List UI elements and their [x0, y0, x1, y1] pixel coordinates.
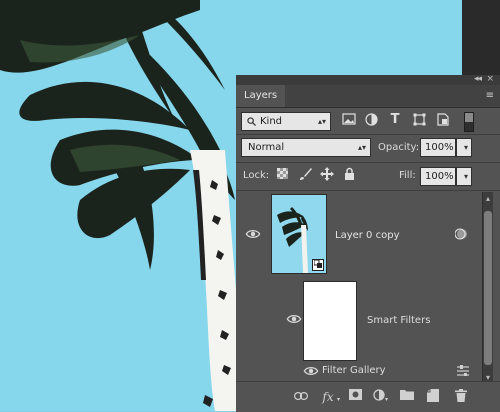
- opacity-value: 100%: [425, 142, 454, 153]
- collapse-icon[interactable]: ◂◂: [474, 74, 482, 84]
- smart-filter-indicator-icon[interactable]: [455, 228, 468, 240]
- new-layer-icon[interactable]: [425, 389, 441, 405]
- chevron-down-icon: ▾: [463, 143, 468, 152]
- workspace-background: [462, 0, 500, 75]
- visibility-eye-icon[interactable]: [303, 366, 319, 376]
- opacity-input[interactable]: 100%: [420, 138, 456, 157]
- panel-footer: fx ▾ ▾: [236, 381, 500, 412]
- blend-mode-value: Normal: [248, 142, 285, 153]
- smart-filter-mask-thumbnail[interactable]: [303, 281, 357, 361]
- lock-brush-icon[interactable]: [297, 168, 313, 184]
- search-icon: [247, 117, 256, 126]
- link-layers-icon[interactable]: [293, 389, 309, 405]
- fill-value: 100%: [425, 171, 454, 182]
- tab-layers[interactable]: Layers: [236, 85, 286, 107]
- close-icon[interactable]: ×: [486, 74, 494, 84]
- blend-mode-select[interactable]: Normal ▴▾: [241, 138, 371, 157]
- layer-style-fx-icon[interactable]: fx: [320, 389, 336, 405]
- smart-filters-label: Smart Filters: [367, 315, 431, 326]
- filter-shape-icon[interactable]: [411, 113, 427, 129]
- lock-all-icon[interactable]: [341, 167, 357, 183]
- add-mask-icon[interactable]: [347, 389, 363, 405]
- filter-adjustment-icon[interactable]: [363, 113, 379, 129]
- divider: [236, 190, 500, 191]
- panel-menu-icon[interactable]: ≡: [486, 90, 494, 101]
- lock-label: Lock:: [243, 170, 270, 181]
- panel-tabbar: Layers ≡: [236, 85, 500, 108]
- chevron-down-icon: ▾: [337, 396, 341, 403]
- smart-object-badge-icon: [312, 259, 324, 271]
- filter-smartobject-icon[interactable]: [435, 113, 451, 129]
- panel-titlebar: ◂◂ ×: [236, 74, 500, 85]
- visibility-eye-icon[interactable]: [245, 229, 261, 239]
- filter-toggle-switch[interactable]: [464, 112, 474, 132]
- chevron-updown-icon: ▴▾: [357, 143, 366, 152]
- chevron-updown-icon: ▴▾: [317, 117, 326, 126]
- filter-gallery-label: Filter Gallery: [322, 365, 386, 376]
- smart-filters-row[interactable]: Smart Filters: [236, 278, 482, 362]
- lock-row: Lock: Fill: 100% ▾: [236, 163, 500, 190]
- scrollbar-thumb[interactable]: [484, 211, 492, 365]
- lock-move-icon[interactable]: [319, 167, 335, 183]
- chevron-down-icon: ▾: [385, 396, 389, 403]
- filter-kind-select[interactable]: Kind ▴▾: [241, 112, 331, 131]
- scroll-up-icon[interactable]: ▴: [483, 194, 493, 203]
- filter-blending-options-icon[interactable]: [457, 365, 469, 376]
- layers-panel: ◂◂ × Layers ≡ Kind ▴▾ T Normal ▴▾ Opacit…: [236, 74, 500, 412]
- filter-type-icon[interactable]: T: [387, 112, 403, 128]
- lock-transparent-icon[interactable]: [274, 168, 290, 184]
- layer-row[interactable]: Layer 0 copy: [236, 192, 482, 278]
- fill-input[interactable]: 100%: [420, 167, 456, 186]
- opacity-dropdown-button[interactable]: ▾: [456, 138, 472, 157]
- filter-row: Kind ▴▾ T: [236, 108, 500, 134]
- layer-name[interactable]: Layer 0 copy: [335, 229, 399, 243]
- opacity-label: Opacity:: [378, 142, 420, 153]
- filter-pixel-icon[interactable]: [341, 113, 357, 129]
- chevron-down-icon: ▾: [463, 172, 468, 181]
- visibility-eye-icon[interactable]: [286, 314, 302, 324]
- layers-scrollbar[interactable]: ▴ ▾: [482, 192, 493, 384]
- fill-dropdown-button[interactable]: ▾: [456, 167, 472, 186]
- new-group-folder-icon[interactable]: [399, 389, 415, 405]
- blend-row: Normal ▴▾ Opacity: 100% ▾: [236, 135, 500, 161]
- filter-gallery-row[interactable]: Filter Gallery: [236, 362, 482, 380]
- delete-layer-trash-icon[interactable]: [453, 389, 469, 405]
- fill-label: Fill:: [399, 170, 416, 181]
